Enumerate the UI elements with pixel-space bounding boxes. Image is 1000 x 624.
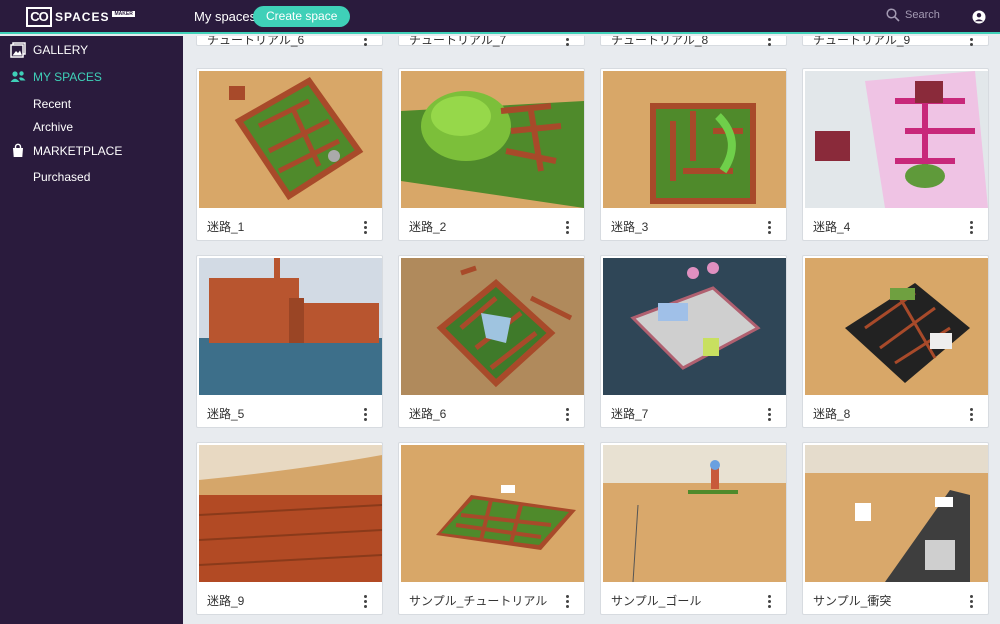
- sidebar-item-label: GALLERY: [33, 43, 89, 57]
- more-options-icon[interactable]: [768, 595, 772, 609]
- space-card[interactable]: チュートリアル_7: [398, 36, 585, 47]
- space-thumbnail[interactable]: [603, 71, 786, 208]
- more-options-icon[interactable]: [364, 221, 368, 235]
- space-card[interactable]: 迷路_7: [600, 255, 787, 428]
- space-card[interactable]: チュートリアル_6: [196, 36, 383, 47]
- space-card[interactable]: 迷路_9: [196, 442, 383, 615]
- space-title: 迷路_1: [207, 220, 245, 234]
- sidebar-item-archive[interactable]: Archive: [33, 120, 73, 134]
- cospaces-logo[interactable]: CO SPACES MAKER: [26, 6, 135, 28]
- sidebar-item-label: MY SPACES: [33, 70, 102, 84]
- shopping-bag-icon: [13, 143, 23, 157]
- space-title: 迷路_9: [207, 594, 245, 608]
- space-title: 迷路_6: [409, 407, 447, 421]
- logo-subtext: MAKER: [112, 11, 135, 17]
- space-thumbnail[interactable]: [199, 71, 382, 208]
- space-title: 迷路_8: [813, 407, 851, 421]
- space-card[interactable]: 迷路_1: [196, 68, 383, 241]
- sidebar-item-gallery[interactable]: GALLERY: [0, 39, 183, 61]
- space-card[interactable]: 迷路_6: [398, 255, 585, 428]
- space-title: 迷路_4: [813, 220, 851, 234]
- search-icon: [886, 8, 900, 22]
- search-placeholder: Search: [905, 9, 940, 21]
- space-title: 迷路_3: [611, 220, 649, 234]
- more-options-icon[interactable]: [970, 408, 974, 422]
- space-title: 迷路_7: [611, 407, 649, 421]
- space-thumbnail[interactable]: [805, 445, 988, 582]
- space-title: チュートリアル_7: [409, 36, 507, 47]
- more-options-icon[interactable]: [566, 595, 570, 609]
- sidebar-item-purchased[interactable]: Purchased: [33, 170, 90, 184]
- space-thumbnail[interactable]: [603, 258, 786, 395]
- space-title: サンプル_ゴール: [611, 594, 702, 608]
- people-icon: [10, 71, 26, 82]
- space-title: サンプル_衝突: [813, 594, 892, 608]
- space-thumbnail[interactable]: [401, 71, 584, 208]
- space-title: チュートリアル_8: [611, 36, 709, 47]
- space-title: 迷路_2: [409, 220, 447, 234]
- space-thumbnail[interactable]: [805, 258, 988, 395]
- space-thumbnail[interactable]: [401, 445, 584, 582]
- sidebar-item-label: MARKETPLACE: [33, 144, 123, 158]
- space-card[interactable]: サンプル_ゴール: [600, 442, 787, 615]
- more-options-icon[interactable]: [364, 408, 368, 422]
- more-options-icon[interactable]: [566, 221, 570, 235]
- create-space-button[interactable]: Create space: [253, 6, 351, 27]
- more-options-icon[interactable]: [364, 595, 368, 609]
- space-card[interactable]: 迷路_8: [802, 255, 989, 428]
- space-title: サンプル_チュートリアル: [409, 594, 548, 608]
- spaces-grid: チュートリアル_6 チュートリアル_7 チュートリアル_8 チュートリアル_9 …: [183, 36, 1000, 624]
- space-card[interactable]: 迷路_3: [600, 68, 787, 241]
- more-options-icon[interactable]: [970, 36, 974, 47]
- space-title: チュートリアル_9: [813, 36, 911, 47]
- space-title: 迷路_5: [207, 407, 245, 421]
- logo-mark: CO: [26, 7, 52, 27]
- sidebar-item-my-spaces[interactable]: MY SPACES: [0, 66, 183, 88]
- space-thumbnail[interactable]: [805, 71, 988, 208]
- sidebar: GALLERY MY SPACES Recent Archive MARKETP…: [0, 36, 183, 624]
- more-options-icon[interactable]: [566, 36, 570, 47]
- user-account-icon[interactable]: [972, 10, 986, 24]
- space-card[interactable]: 迷路_4: [802, 68, 989, 241]
- space-card[interactable]: チュートリアル_8: [600, 36, 787, 47]
- logo-text: SPACES: [55, 10, 110, 24]
- space-thumbnail[interactable]: [603, 445, 786, 582]
- more-options-icon[interactable]: [768, 221, 772, 235]
- search-box[interactable]: Search: [886, 8, 940, 22]
- space-card[interactable]: 迷路_5: [196, 255, 383, 428]
- space-title: チュートリアル_6: [207, 36, 305, 47]
- more-options-icon[interactable]: [970, 221, 974, 235]
- top-bar: CO SPACES MAKER My spaces Create space S…: [0, 0, 1000, 34]
- sidebar-item-recent[interactable]: Recent: [33, 97, 71, 111]
- more-options-icon[interactable]: [768, 36, 772, 47]
- more-options-icon[interactable]: [768, 408, 772, 422]
- sidebar-item-marketplace[interactable]: MARKETPLACE: [0, 140, 183, 162]
- space-card[interactable]: サンプル_衝突: [802, 442, 989, 615]
- page-title: My spaces: [194, 9, 257, 24]
- space-thumbnail[interactable]: [199, 258, 382, 395]
- space-card[interactable]: サンプル_チュートリアル: [398, 442, 585, 615]
- more-options-icon[interactable]: [970, 595, 974, 609]
- gallery-icon: [10, 42, 26, 58]
- space-card[interactable]: チュートリアル_9: [802, 36, 989, 47]
- more-options-icon[interactable]: [364, 36, 368, 47]
- space-thumbnail[interactable]: [401, 258, 584, 395]
- space-thumbnail[interactable]: [199, 445, 382, 582]
- space-card[interactable]: 迷路_2: [398, 68, 585, 241]
- more-options-icon[interactable]: [566, 408, 570, 422]
